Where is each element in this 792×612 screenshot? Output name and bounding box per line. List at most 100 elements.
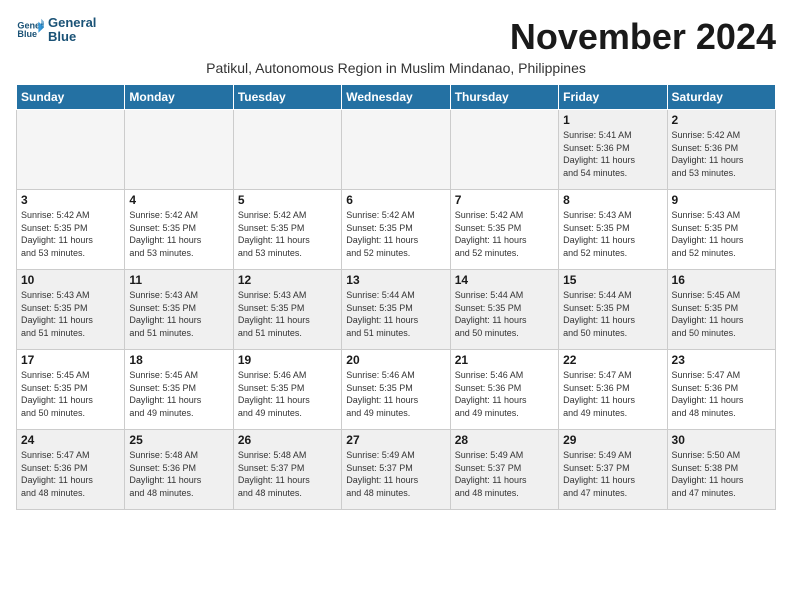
day-info: Sunrise: 5:47 AM Sunset: 5:36 PM Dayligh…: [672, 369, 771, 419]
calendar-cell: 27 Sunrise: 5:49 AM Sunset: 5:37 PM Dayli…: [342, 430, 450, 510]
calendar-cell: 20 Sunrise: 5:46 AM Sunset: 5:35 PM Dayli…: [342, 350, 450, 430]
calendar-cell: [450, 110, 558, 190]
day-number: 19: [238, 353, 337, 367]
day-info: Sunrise: 5:43 AM Sunset: 5:35 PM Dayligh…: [21, 289, 120, 339]
calendar-cell: [342, 110, 450, 190]
day-of-week-header: Saturday: [667, 85, 775, 110]
day-info: Sunrise: 5:42 AM Sunset: 5:35 PM Dayligh…: [346, 209, 445, 259]
day-info: Sunrise: 5:41 AM Sunset: 5:36 PM Dayligh…: [563, 129, 662, 179]
calendar-cell: 5 Sunrise: 5:42 AM Sunset: 5:35 PM Daylig…: [233, 190, 341, 270]
day-number: 11: [129, 273, 228, 287]
calendar-cell: 29 Sunrise: 5:49 AM Sunset: 5:37 PM Dayli…: [559, 430, 667, 510]
day-info: Sunrise: 5:43 AM Sunset: 5:35 PM Dayligh…: [563, 209, 662, 259]
day-info: Sunrise: 5:42 AM Sunset: 5:36 PM Dayligh…: [672, 129, 771, 179]
day-info: Sunrise: 5:43 AM Sunset: 5:35 PM Dayligh…: [238, 289, 337, 339]
general-blue-icon: General Blue: [16, 16, 44, 44]
day-info: Sunrise: 5:42 AM Sunset: 5:35 PM Dayligh…: [21, 209, 120, 259]
calendar-cell: 8 Sunrise: 5:43 AM Sunset: 5:35 PM Daylig…: [559, 190, 667, 270]
day-number: 3: [21, 193, 120, 207]
day-info: Sunrise: 5:42 AM Sunset: 5:35 PM Dayligh…: [129, 209, 228, 259]
day-of-week-header: Wednesday: [342, 85, 450, 110]
day-info: Sunrise: 5:42 AM Sunset: 5:35 PM Dayligh…: [238, 209, 337, 259]
day-of-week-header: Friday: [559, 85, 667, 110]
day-number: 23: [672, 353, 771, 367]
day-info: Sunrise: 5:45 AM Sunset: 5:35 PM Dayligh…: [129, 369, 228, 419]
day-info: Sunrise: 5:46 AM Sunset: 5:36 PM Dayligh…: [455, 369, 554, 419]
day-info: Sunrise: 5:44 AM Sunset: 5:35 PM Dayligh…: [563, 289, 662, 339]
calendar-cell: 12 Sunrise: 5:43 AM Sunset: 5:35 PM Dayli…: [233, 270, 341, 350]
calendar-cell: 6Sunrise: 5:42 AM Sunset: 5:35 PM Daylig…: [342, 190, 450, 270]
day-info: Sunrise: 5:50 AM Sunset: 5:38 PM Dayligh…: [672, 449, 771, 499]
calendar-cell: 14 Sunrise: 5:44 AM Sunset: 5:35 PM Dayli…: [450, 270, 558, 350]
calendar-cell: 24 Sunrise: 5:47 AM Sunset: 5:36 PM Dayli…: [17, 430, 125, 510]
calendar-cell: 19 Sunrise: 5:46 AM Sunset: 5:35 PM Dayli…: [233, 350, 341, 430]
day-number: 18: [129, 353, 228, 367]
day-number: 4: [129, 193, 228, 207]
day-info: Sunrise: 5:49 AM Sunset: 5:37 PM Dayligh…: [563, 449, 662, 499]
calendar-cell: 1 Sunrise: 5:41 AM Sunset: 5:36 PM Daylig…: [559, 110, 667, 190]
day-info: Sunrise: 5:49 AM Sunset: 5:37 PM Dayligh…: [346, 449, 445, 499]
calendar-cell: 25 Sunrise: 5:48 AM Sunset: 5:36 PM Dayli…: [125, 430, 233, 510]
logo-line1: General: [48, 16, 96, 30]
calendar-cell: 11 Sunrise: 5:43 AM Sunset: 5:35 PM Dayli…: [125, 270, 233, 350]
calendar-cell: 26 Sunrise: 5:48 AM Sunset: 5:37 PM Dayli…: [233, 430, 341, 510]
day-number: 15: [563, 273, 662, 287]
day-number: 8: [563, 193, 662, 207]
day-info: Sunrise: 5:47 AM Sunset: 5:36 PM Dayligh…: [563, 369, 662, 419]
calendar-cell: 10 Sunrise: 5:43 AM Sunset: 5:35 PM Dayli…: [17, 270, 125, 350]
calendar-cell: 9 Sunrise: 5:43 AM Sunset: 5:35 PM Daylig…: [667, 190, 775, 270]
calendar-cell: 28 Sunrise: 5:49 AM Sunset: 5:37 PM Dayli…: [450, 430, 558, 510]
day-number: 9: [672, 193, 771, 207]
day-number: 14: [455, 273, 554, 287]
day-info: Sunrise: 5:46 AM Sunset: 5:35 PM Dayligh…: [346, 369, 445, 419]
day-number: 17: [21, 353, 120, 367]
day-info: Sunrise: 5:45 AM Sunset: 5:35 PM Dayligh…: [672, 289, 771, 339]
day-info: Sunrise: 5:48 AM Sunset: 5:36 PM Dayligh…: [129, 449, 228, 499]
day-number: 10: [21, 273, 120, 287]
day-info: Sunrise: 5:44 AM Sunset: 5:35 PM Dayligh…: [455, 289, 554, 339]
day-of-week-header: Thursday: [450, 85, 558, 110]
day-number: 20: [346, 353, 445, 367]
day-info: Sunrise: 5:42 AM Sunset: 5:35 PM Dayligh…: [455, 209, 554, 259]
calendar-cell: 7Sunrise: 5:42 AM Sunset: 5:35 PM Daylig…: [450, 190, 558, 270]
day-of-week-header: Monday: [125, 85, 233, 110]
day-number: 28: [455, 433, 554, 447]
day-number: 16: [672, 273, 771, 287]
day-number: 5: [238, 193, 337, 207]
day-number: 24: [21, 433, 120, 447]
calendar-cell: 30 Sunrise: 5:50 AM Sunset: 5:38 PM Dayli…: [667, 430, 775, 510]
day-info: Sunrise: 5:48 AM Sunset: 5:37 PM Dayligh…: [238, 449, 337, 499]
day-info: Sunrise: 5:44 AM Sunset: 5:35 PM Dayligh…: [346, 289, 445, 339]
svg-text:Blue: Blue: [17, 29, 37, 39]
day-number: 21: [455, 353, 554, 367]
day-number: 2: [672, 113, 771, 127]
day-number: 22: [563, 353, 662, 367]
logo-line2: Blue: [48, 30, 96, 44]
day-number: 12: [238, 273, 337, 287]
day-number: 13: [346, 273, 445, 287]
day-number: 30: [672, 433, 771, 447]
day-number: 26: [238, 433, 337, 447]
day-info: Sunrise: 5:49 AM Sunset: 5:37 PM Dayligh…: [455, 449, 554, 499]
day-info: Sunrise: 5:43 AM Sunset: 5:35 PM Dayligh…: [672, 209, 771, 259]
calendar-subtitle: Patikul, Autonomous Region in Muslim Min…: [16, 60, 776, 76]
calendar-cell: 2 Sunrise: 5:42 AM Sunset: 5:36 PM Daylig…: [667, 110, 775, 190]
calendar-cell: 15 Sunrise: 5:44 AM Sunset: 5:35 PM Dayli…: [559, 270, 667, 350]
calendar-cell: [17, 110, 125, 190]
calendar-cell: [233, 110, 341, 190]
day-info: Sunrise: 5:43 AM Sunset: 5:35 PM Dayligh…: [129, 289, 228, 339]
calendar-cell: 21 Sunrise: 5:46 AM Sunset: 5:36 PM Dayli…: [450, 350, 558, 430]
day-info: Sunrise: 5:47 AM Sunset: 5:36 PM Dayligh…: [21, 449, 120, 499]
logo: General Blue General Blue: [16, 16, 96, 45]
calendar-cell: 4 Sunrise: 5:42 AM Sunset: 5:35 PM Daylig…: [125, 190, 233, 270]
calendar-cell: [125, 110, 233, 190]
day-info: Sunrise: 5:46 AM Sunset: 5:35 PM Dayligh…: [238, 369, 337, 419]
month-title: November 2024: [510, 16, 776, 58]
calendar-cell: 13 Sunrise: 5:44 AM Sunset: 5:35 PM Dayli…: [342, 270, 450, 350]
day-number: 1: [563, 113, 662, 127]
calendar-table: SundayMondayTuesdayWednesdayThursdayFrid…: [16, 84, 776, 510]
day-number: 27: [346, 433, 445, 447]
day-number: 25: [129, 433, 228, 447]
day-number: 29: [563, 433, 662, 447]
day-of-week-header: Sunday: [17, 85, 125, 110]
